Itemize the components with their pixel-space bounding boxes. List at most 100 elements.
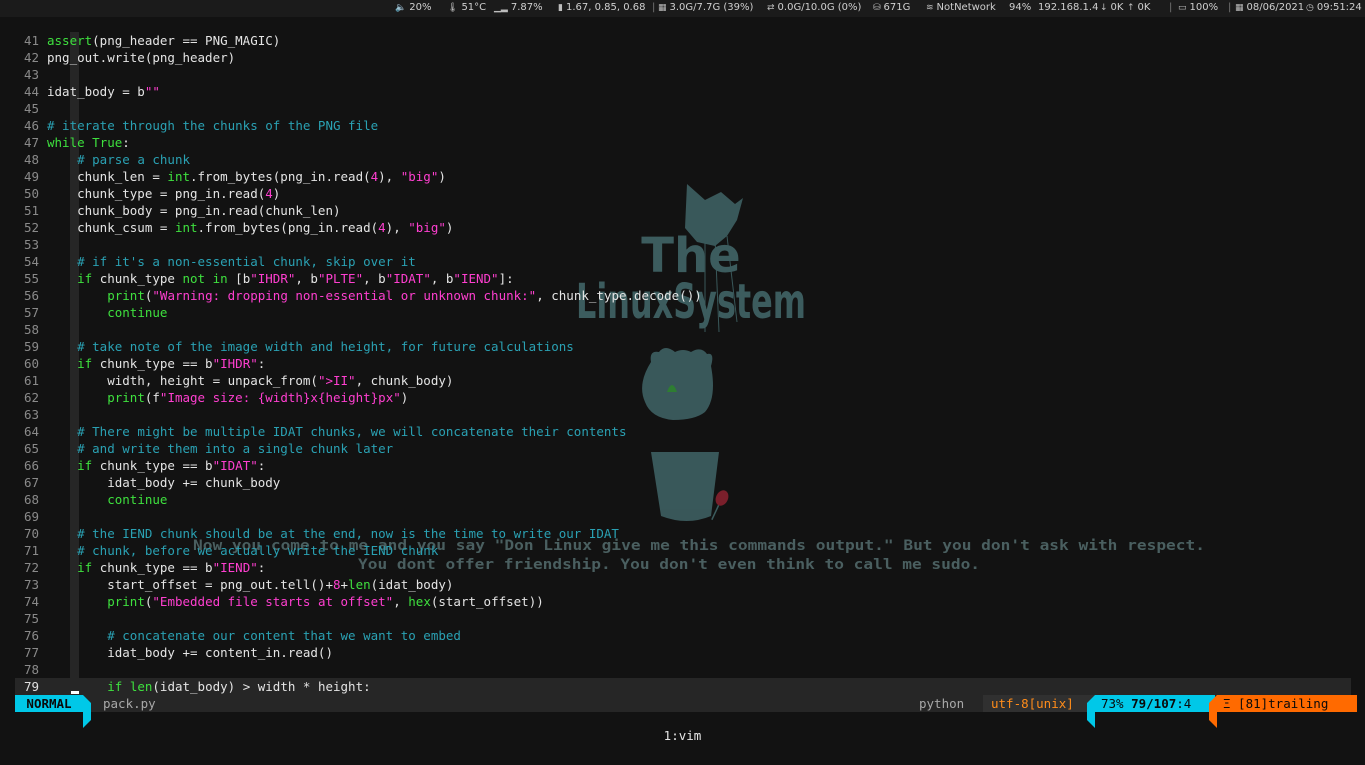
line-number: 57 — [23, 305, 39, 320]
code-line[interactable]: 55 if chunk_type not in [b"IHDR", b"PLTE… — [15, 270, 1351, 287]
line-text[interactable]: assert(png_header == PNG_MAGIC) — [47, 32, 280, 49]
line-text[interactable]: if chunk_type == b"IHDR": — [47, 355, 265, 372]
code-line[interactable]: 74 print("Embedded file starts at offset… — [15, 593, 1351, 610]
code-line[interactable]: 78 — [15, 661, 1351, 678]
battery-indicator: ▭ 100% — [1178, 2, 1219, 13]
line-text[interactable]: continue — [47, 304, 167, 321]
line-text[interactable]: # iterate through the chunks of the PNG … — [47, 117, 378, 134]
line-text[interactable]: if len(idat_body) > width * height: — [47, 678, 370, 695]
code-line[interactable]: 66 if chunk_type == b"IDAT": — [15, 457, 1351, 474]
line-text[interactable]: chunk_body = png_in.read(chunk_len) — [47, 202, 340, 219]
code-line[interactable]: 52 chunk_csum = int.from_bytes(png_in.re… — [15, 219, 1351, 236]
line-number: 75 — [23, 611, 39, 626]
line-number: 60 — [23, 356, 39, 371]
line-text[interactable]: if chunk_type == b"IEND": — [47, 559, 265, 576]
code-line[interactable]: 49 chunk_len = int.from_bytes(png_in.rea… — [15, 168, 1351, 185]
battery-icon: ▭ — [1178, 3, 1187, 13]
line-text[interactable]: # There might be multiple IDAT chunks, w… — [47, 423, 626, 440]
code-line[interactable]: 41 assert(png_header == PNG_MAGIC) — [15, 32, 1351, 49]
code-line[interactable]: 62 print(f"Image size: {width}x{height}p… — [15, 389, 1351, 406]
line-number: 44 — [23, 84, 39, 99]
volume-indicator[interactable]: 🔈 20% — [395, 2, 431, 13]
line-text[interactable]: chunk_csum = int.from_bytes(png_in.read(… — [47, 219, 453, 236]
upload-rate: ↑ 0K — [1127, 2, 1151, 13]
line-text[interactable]: # the IEND chunk should be at the end, n… — [47, 525, 619, 542]
code-line[interactable]: 50 chunk_type = png_in.read(4) — [15, 185, 1351, 202]
line-text[interactable]: print(f"Image size: {width}x{height}px") — [47, 389, 408, 406]
code-line[interactable]: 60 if chunk_type == b"IHDR": — [15, 355, 1351, 372]
tmux-window-tab[interactable]: 1:vim — [0, 728, 1365, 743]
code-line[interactable]: 42 png_out.write(png_header) — [15, 49, 1351, 66]
code-line[interactable]: 54 # if it's a non-essential chunk, skip… — [15, 253, 1351, 270]
code-line[interactable]: 65 # and write them into a single chunk … — [15, 440, 1351, 457]
scroll-percent: 73% — [1101, 696, 1124, 711]
line-number: 65 — [23, 441, 39, 456]
code-line[interactable]: 61 width, height = unpack_from(">II", ch… — [15, 372, 1351, 389]
line-text[interactable]: idat_body = b"" — [47, 83, 160, 100]
line-text[interactable]: print("Warning: dropping non-essential o… — [47, 287, 702, 304]
clock-icon: ◷ — [1306, 3, 1314, 13]
code-line[interactable]: 47 while True: — [15, 134, 1351, 151]
line-text[interactable]: # if it's a non-essential chunk, skip ov… — [47, 253, 416, 270]
code-line[interactable]: 48 # parse a chunk — [15, 151, 1351, 168]
line-text[interactable]: # chunk, before we actually write the IE… — [47, 542, 438, 559]
code-line[interactable]: 58 — [15, 321, 1351, 338]
line-text[interactable]: if chunk_type not in [b"IHDR", b"PLTE", … — [47, 270, 514, 287]
code-line[interactable]: 46 # iterate through the chunks of the PN… — [15, 117, 1351, 134]
code-line[interactable]: 76 # concatenate our content that we wan… — [15, 627, 1351, 644]
line-number: 70 — [23, 526, 39, 541]
code-line[interactable]: 51 chunk_body = png_in.read(chunk_len) — [15, 202, 1351, 219]
code-line[interactable]: 77 idat_body += content_in.read() — [15, 644, 1351, 661]
code-line[interactable]: 43 — [15, 66, 1351, 83]
code-line[interactable]: 57 continue — [15, 304, 1351, 321]
clock-indicator[interactable]: ◷ 09:51:24 — [1306, 2, 1362, 13]
line-text[interactable]: chunk_len = int.from_bytes(png_in.read(4… — [47, 168, 446, 185]
vim-editor[interactable]: The LinuxSystem Now you come to me and y… — [15, 32, 1351, 712]
line-text[interactable]: width, height = unpack_from(">II", chunk… — [47, 372, 453, 389]
current-code-line[interactable]: 79 if len(idat_body) > width * height: — [15, 678, 1351, 695]
line-number: 72 — [23, 560, 39, 575]
line-text[interactable]: # take note of the image width and heigh… — [47, 338, 574, 355]
code-line[interactable]: 44 idat_body = b"" — [15, 83, 1351, 100]
code-line[interactable]: 68 continue — [15, 491, 1351, 508]
wifi-strength: 94% — [1009, 2, 1032, 13]
line-text[interactable]: chunk_type = png_in.read(4) — [47, 185, 280, 202]
line-text[interactable]: while True: — [47, 134, 130, 151]
code-line[interactable]: 71 # chunk, before we actually write the… — [15, 542, 1351, 559]
line-number: 53 — [23, 237, 39, 252]
line-text[interactable]: continue — [47, 491, 167, 508]
code-line[interactable]: 64 # There might be multiple IDAT chunks… — [15, 423, 1351, 440]
code-line[interactable]: 59 # take note of the image width and he… — [15, 338, 1351, 355]
line-text[interactable]: idat_body += chunk_body — [47, 474, 280, 491]
code-line[interactable]: 53 — [15, 236, 1351, 253]
line-text[interactable]: print("Embedded file starts at offset", … — [47, 593, 544, 610]
line-number: 45 — [23, 101, 39, 116]
code-line[interactable]: 56 print("Warning: dropping non-essentia… — [15, 287, 1351, 304]
cursor-position: 73% 79/107:4 — [1095, 695, 1215, 712]
line-text[interactable]: # parse a chunk — [47, 151, 190, 168]
code-line[interactable]: 63 — [15, 406, 1351, 423]
line-number: 43 — [23, 67, 39, 82]
line-number: 78 — [23, 662, 39, 677]
code-line[interactable]: 73 start_offset = png_out.tell()+8+len(i… — [15, 576, 1351, 593]
code-line[interactable]: 45 — [15, 100, 1351, 117]
line-text[interactable]: if chunk_type == b"IDAT": — [47, 457, 265, 474]
code-line[interactable]: 72 if chunk_type == b"IEND": — [15, 559, 1351, 576]
date-indicator[interactable]: ▦ 08/06/2021 — [1235, 2, 1304, 13]
code-line[interactable]: 75 — [15, 610, 1351, 627]
network-indicator[interactable]: ≋ NotNetwork — [926, 2, 996, 13]
code-line[interactable]: 67 idat_body += chunk_body — [15, 474, 1351, 491]
line-text[interactable]: idat_body += content_in.read() — [47, 644, 333, 661]
code-line[interactable]: 70 # the IEND chunk should be at the end… — [15, 525, 1351, 542]
file-encoding: utf-8[unix] — [983, 695, 1097, 712]
load-indicator: ▮ 1.67, 0.85, 0.68 — [558, 2, 646, 13]
line-number: 51 — [23, 203, 39, 218]
line-number: 54 — [23, 254, 39, 269]
line-number: 66 — [23, 458, 39, 473]
line-text[interactable]: # and write them into a single chunk lat… — [47, 440, 393, 457]
code-line[interactable]: 69 — [15, 508, 1351, 525]
line-text[interactable]: png_out.write(png_header) — [47, 49, 235, 66]
thermometer-icon: 🌡 — [447, 3, 459, 13]
line-text[interactable]: # concatenate our content that we want t… — [47, 627, 461, 644]
line-text[interactable]: start_offset = png_out.tell()+8+len(idat… — [47, 576, 453, 593]
